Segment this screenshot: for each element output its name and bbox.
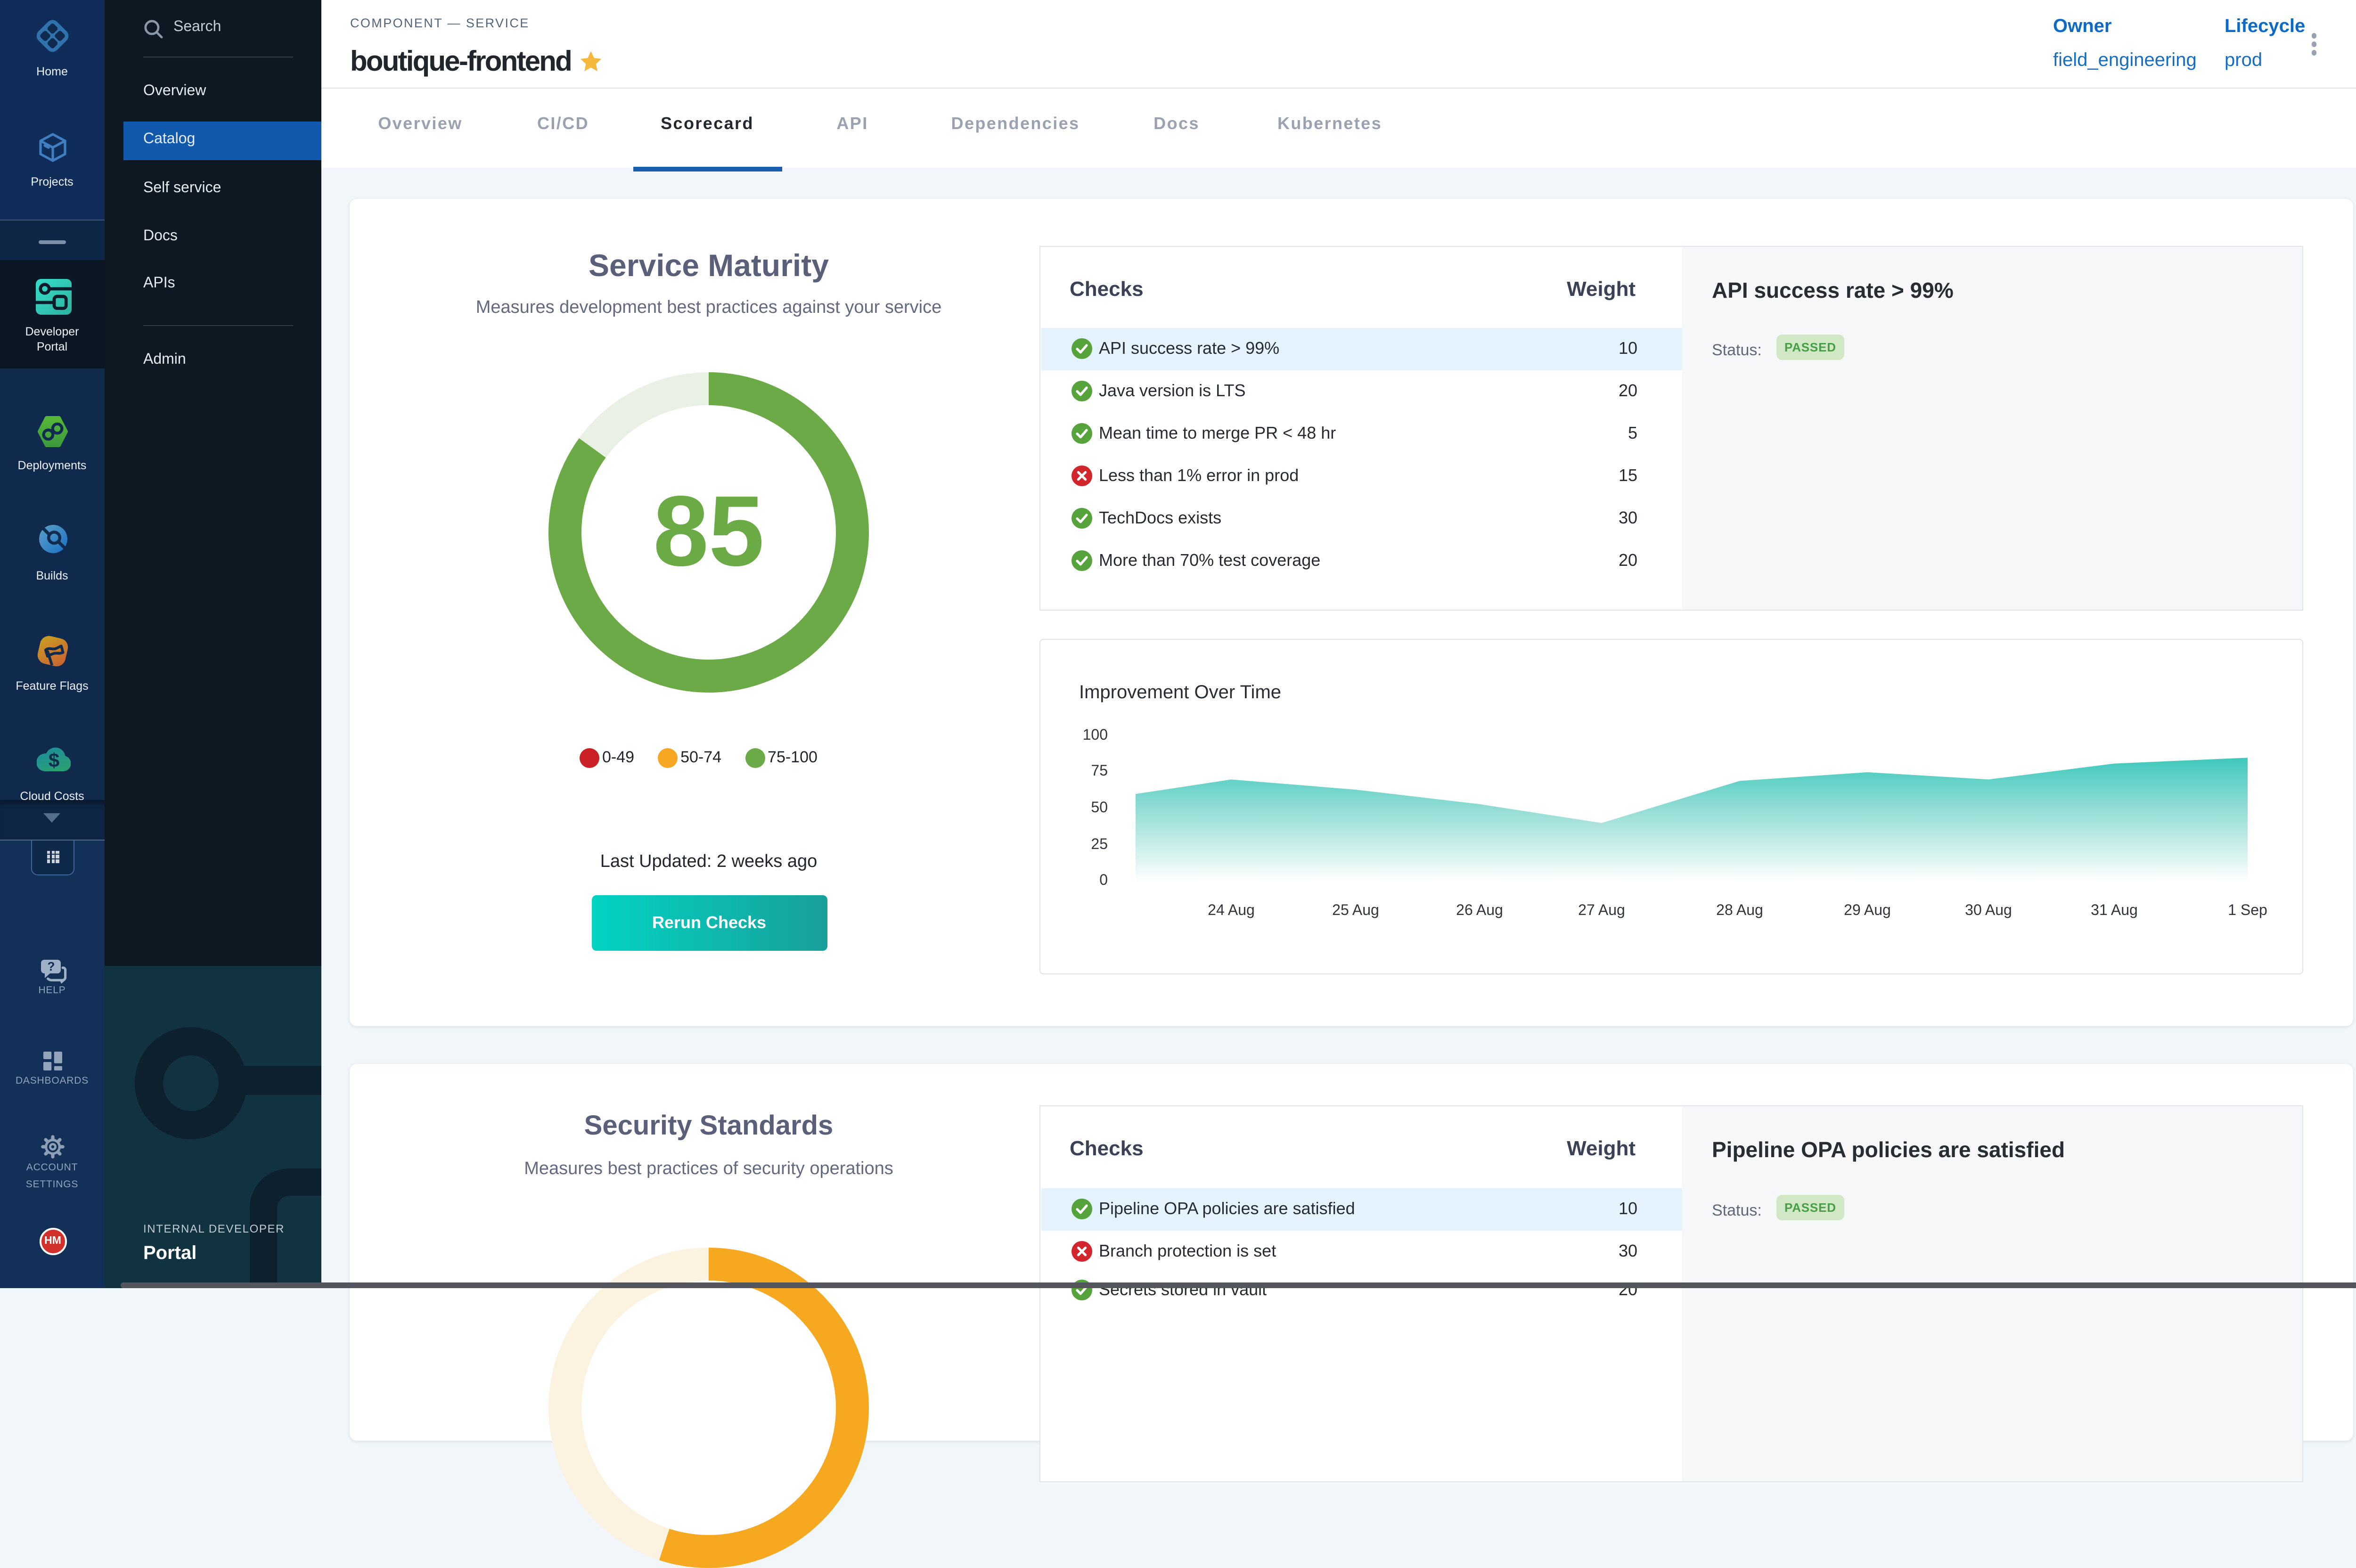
svg-text:$: $ <box>48 749 59 771</box>
svg-text:?: ? <box>47 959 55 973</box>
